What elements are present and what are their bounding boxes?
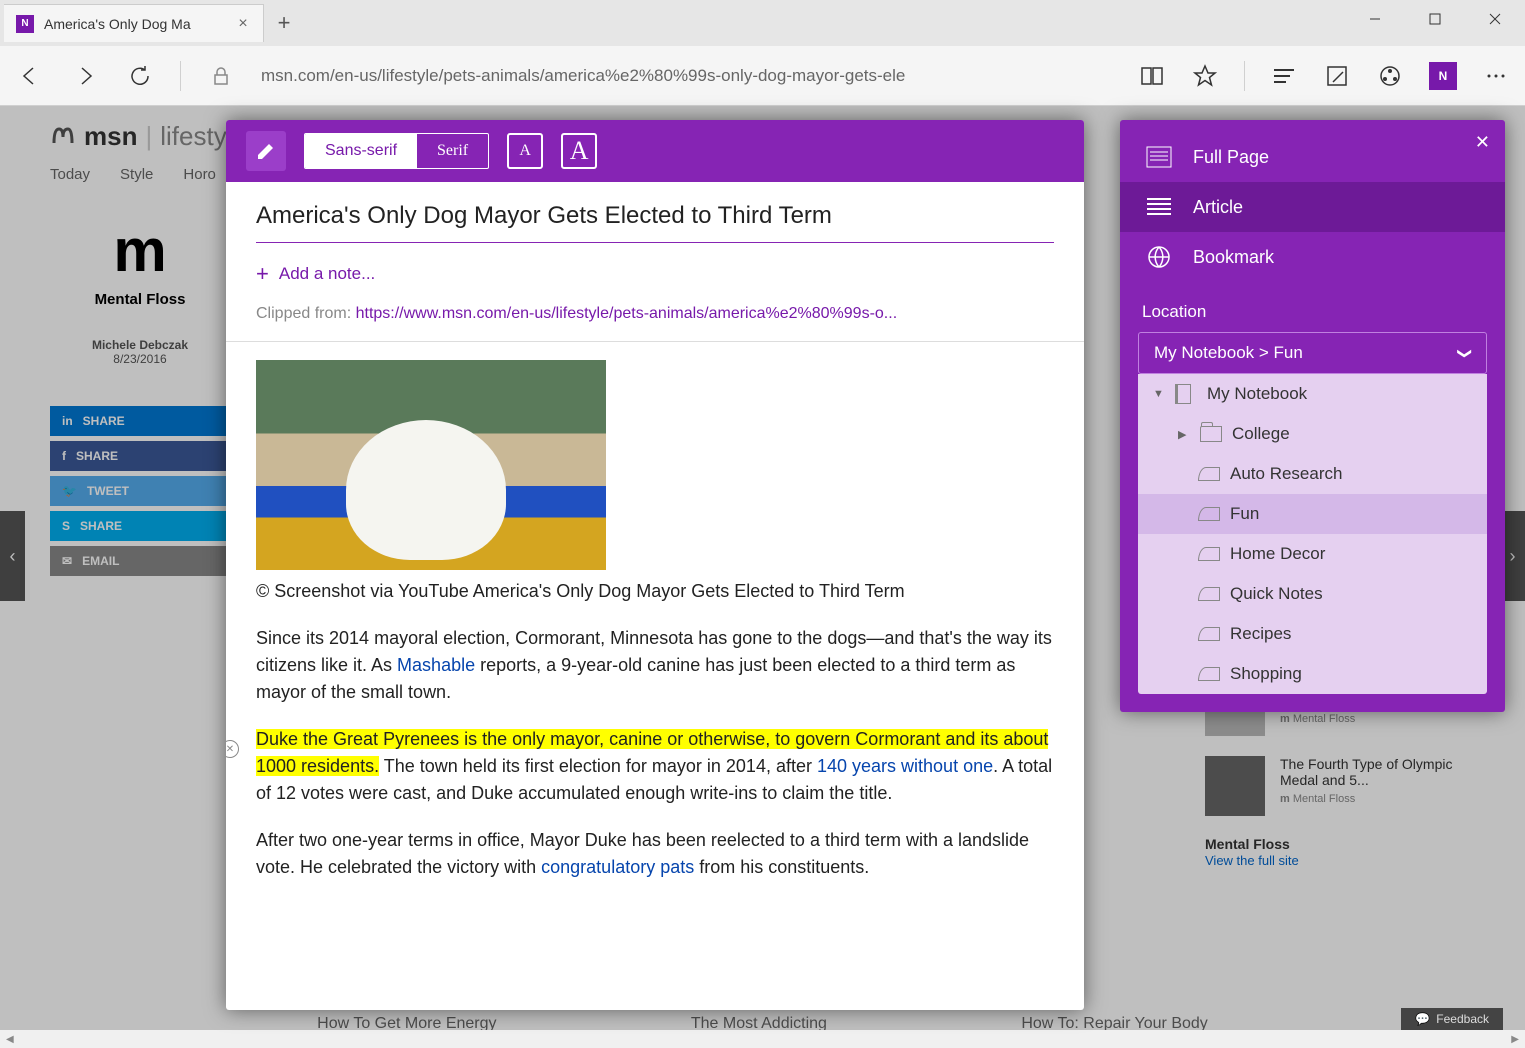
mode-label: Full Page	[1193, 147, 1269, 168]
section-icon	[1198, 467, 1220, 481]
mode-label: Article	[1193, 197, 1243, 218]
selected-location: My Notebook > Fun	[1154, 343, 1303, 363]
mode-label: Bookmark	[1193, 247, 1274, 268]
clipped-from: Clipped from: https://www.msn.com/en-us/…	[256, 305, 1054, 323]
tree-label: Quick Notes	[1230, 584, 1323, 604]
tab-title: America's Only Dog Ma	[44, 16, 235, 32]
tree-section[interactable]: Auto Research	[1138, 454, 1487, 494]
tree-label: Shopping	[1230, 664, 1302, 684]
increase-font-button[interactable]: A	[561, 133, 597, 169]
source-url-link[interactable]: https://www.msn.com/en-us/lifestyle/pets…	[356, 305, 898, 322]
back-button[interactable]	[15, 61, 45, 91]
mode-article[interactable]: Article	[1120, 182, 1505, 232]
article-paragraph: After two one-year terms in office, Mayo…	[256, 827, 1054, 881]
article-paragraph: Duke the Great Pyrenees is the only mayo…	[256, 726, 1054, 807]
close-window-button[interactable]	[1465, 0, 1525, 38]
tree-notebook[interactable]: ▼ My Notebook	[1138, 374, 1487, 414]
forward-button[interactable]	[70, 61, 100, 91]
notebook-icon	[1175, 384, 1191, 404]
minimize-button[interactable]	[1345, 0, 1405, 38]
chevron-down-icon: ❯	[1457, 347, 1474, 359]
image-caption: © Screenshot via YouTube America's Only …	[256, 578, 1054, 605]
onenote-clipper-button[interactable]: N	[1429, 62, 1457, 90]
clip-title: America's Only Dog Mayor Gets Elected to…	[256, 202, 1054, 243]
location-select[interactable]: My Notebook > Fun ❯	[1138, 332, 1487, 374]
divider	[180, 61, 181, 91]
tree-label: My Notebook	[1207, 384, 1307, 404]
section-group-icon	[1200, 426, 1222, 442]
tree-section[interactable]: Fun	[1138, 494, 1487, 534]
url-input[interactable]	[261, 66, 1113, 86]
clipper-preview-panel: Sans-serif Serif A A America's Only Dog …	[226, 120, 1084, 1010]
article-link[interactable]: Mashable	[397, 655, 475, 675]
article-icon	[1145, 196, 1173, 218]
article-image	[256, 360, 606, 570]
tree-section[interactable]: Home Decor	[1138, 534, 1487, 574]
browser-tab[interactable]: N America's Only Dog Ma ×	[4, 4, 264, 42]
web-note-button[interactable]	[1323, 62, 1351, 90]
maximize-button[interactable]	[1405, 0, 1465, 38]
tree-section-group[interactable]: ▶ College	[1138, 414, 1487, 454]
reading-view-button[interactable]	[1138, 62, 1166, 90]
article-link[interactable]: 140 years without one	[817, 756, 993, 776]
highlighter-button[interactable]	[246, 131, 286, 171]
collapse-icon[interactable]: ▼	[1153, 388, 1165, 400]
close-panel-button[interactable]: ✕	[1475, 132, 1490, 153]
full-page-icon	[1145, 146, 1173, 168]
section-icon	[1198, 547, 1220, 561]
bookmark-icon	[1145, 246, 1173, 268]
section-icon	[1198, 507, 1220, 521]
scroll-left-button[interactable]: ◀	[2, 1034, 18, 1045]
sans-serif-button[interactable]: Sans-serif	[305, 134, 417, 168]
clipper-location-panel: ✕ Full Page Article Bookmark Location My…	[1120, 120, 1505, 712]
scroll-right-button[interactable]: ▶	[1507, 1034, 1523, 1045]
tree-label: College	[1232, 424, 1290, 444]
notebook-tree: ▼ My Notebook ▶ College Auto Research Fu…	[1138, 374, 1487, 694]
horizontal-scrollbar[interactable]: ◀ ▶	[0, 1030, 1525, 1048]
section-icon	[1198, 627, 1220, 641]
more-button[interactable]	[1482, 62, 1510, 90]
divider	[1244, 61, 1245, 91]
location-label: Location	[1120, 294, 1505, 332]
tree-label: Recipes	[1230, 624, 1291, 644]
article-paragraph: Since its 2014 mayoral election, Cormora…	[256, 625, 1054, 706]
dismiss-icon[interactable]: ✕	[226, 740, 239, 758]
tree-section[interactable]: Recipes	[1138, 614, 1487, 654]
feedback-button[interactable]: 💬Feedback	[1401, 1008, 1503, 1030]
hub-button[interactable]	[1270, 62, 1298, 90]
tab-close-button[interactable]: ×	[235, 15, 251, 33]
tree-label: Fun	[1230, 504, 1259, 524]
tree-label: Home Decor	[1230, 544, 1325, 564]
lock-icon	[206, 61, 236, 91]
tree-label: Auto Research	[1230, 464, 1342, 484]
font-family-toggle: Sans-serif Serif	[304, 133, 489, 169]
serif-button[interactable]: Serif	[417, 134, 488, 168]
refresh-button[interactable]	[125, 61, 155, 91]
favorites-button[interactable]	[1191, 62, 1219, 90]
mode-full-page[interactable]: Full Page	[1120, 132, 1505, 182]
new-tab-button[interactable]: +	[264, 4, 304, 42]
tree-section[interactable]: Quick Notes	[1138, 574, 1487, 614]
section-icon	[1198, 587, 1220, 601]
mode-bookmark[interactable]: Bookmark	[1120, 232, 1505, 282]
section-icon	[1198, 667, 1220, 681]
decrease-font-button[interactable]: A	[507, 133, 543, 169]
tree-section[interactable]: Shopping	[1138, 654, 1487, 694]
expand-icon[interactable]: ▶	[1178, 428, 1190, 441]
article-link[interactable]: congratulatory pats	[541, 857, 694, 877]
share-button[interactable]	[1376, 62, 1404, 90]
add-note-button[interactable]: + Add a note...	[256, 261, 1054, 287]
tab-favicon: N	[16, 15, 34, 33]
